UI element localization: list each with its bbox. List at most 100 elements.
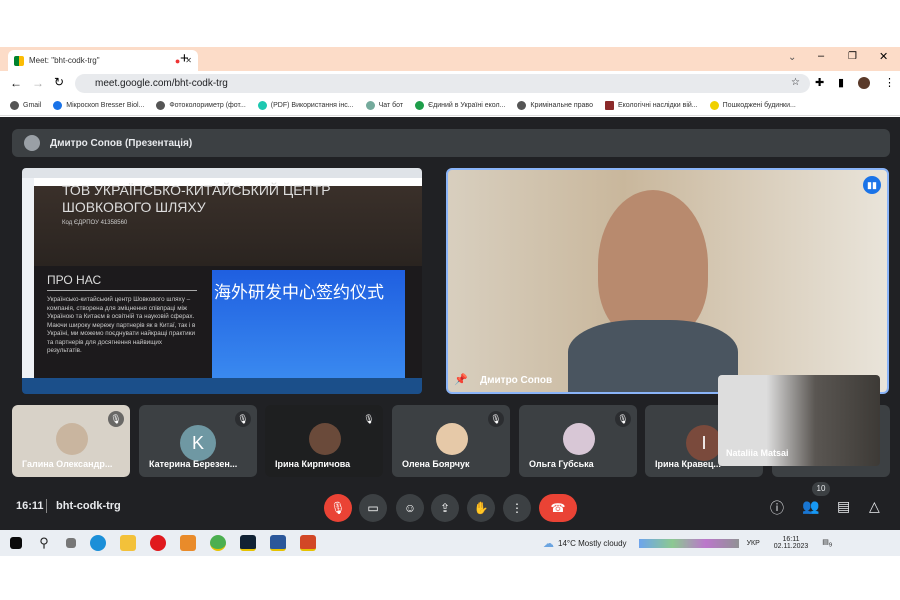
forward-icon[interactable]: →	[32, 76, 44, 90]
tab-search-icon[interactable]: ⌄	[788, 52, 796, 63]
bookmark-label: Фотоколориметр (фот...	[169, 102, 246, 109]
participant-tile[interactable]: 🎙 Олена Боярчук	[392, 405, 510, 477]
bookmark-label: Єдиний в Україні екол...	[428, 102, 506, 109]
mic-off-icon: 🎙	[615, 411, 631, 427]
tab-title: Meet: "bht-codk-trg"	[29, 56, 100, 65]
more-options-button[interactable]: ⋮	[503, 494, 531, 522]
raise-hand-button[interactable]: ✋	[467, 494, 495, 522]
clock[interactable]: 16:11 02.11.2023	[774, 536, 809, 550]
presenter-banner: Дмитро Сопов (Презентація)	[12, 129, 890, 157]
info-icon[interactable]: ⓘ	[770, 498, 784, 518]
clock-time: 16:11	[782, 536, 800, 543]
slide-photo: 海外研发中心签约仪式	[212, 270, 405, 380]
participant-name: Ірина Кирпичова	[275, 459, 351, 469]
speaking-indicator-icon: ▮▮	[863, 176, 881, 194]
participant-video	[56, 423, 88, 455]
chrome-icon[interactable]	[210, 535, 226, 551]
bookmark[interactable]: Чат бот	[365, 101, 404, 110]
search-icon[interactable]: ⚲	[36, 535, 52, 551]
people-icon[interactable]: 👥	[802, 498, 819, 515]
bookmark[interactable]: Gmail	[10, 101, 41, 110]
participant-name: Галина Олександр...	[22, 459, 113, 469]
opera-icon[interactable]	[150, 535, 166, 551]
menu-icon[interactable]: ⋮	[884, 76, 895, 89]
speaker-tile[interactable]: ▮▮ 📌 Дмитро Сопов	[446, 168, 889, 394]
language-indicator[interactable]: УКР	[747, 540, 760, 547]
pin-icon[interactable]: 📌	[454, 373, 468, 386]
bookmark-label: Екологічні наслідки вій...	[617, 102, 698, 109]
present-button[interactable]: ⇪	[431, 494, 459, 522]
speaker-name: Дмитро Сопов	[480, 375, 553, 386]
camera-toggle-button[interactable]: ▭	[359, 494, 387, 522]
speaker-video	[598, 190, 708, 340]
reload-icon[interactable]: ↻	[54, 75, 64, 89]
avatar	[24, 135, 40, 151]
address-bar[interactable]: meet.google.com/bht-codk-trg ☆	[75, 74, 810, 93]
back-icon[interactable]: ←	[10, 76, 22, 90]
mic-off-icon: 🎙	[108, 411, 124, 427]
new-tab-button[interactable]: +	[180, 50, 189, 67]
participant-avatar: I	[686, 425, 722, 461]
participant-tile[interactable]: 🎙 Ірина Кирпичова	[265, 405, 383, 477]
self-name: Nataliia Matsai	[726, 448, 789, 458]
speaker-body	[568, 320, 738, 392]
edge-icon[interactable]	[90, 535, 106, 551]
maximize-button[interactable]: ❐	[848, 51, 857, 62]
participant-name: Ольга Губська	[529, 459, 594, 469]
reactions-button[interactable]: ☺	[396, 494, 424, 522]
slide-section: ПРО НАС	[47, 273, 197, 291]
powerpoint-icon[interactable]	[300, 535, 316, 551]
shared-sidebar	[22, 178, 34, 378]
bookmark[interactable]: Екологічні наслідки вій...	[604, 101, 698, 110]
control-bar: 16:11 bht-codk-trg 🎙 ▭ ☺ ⇪ ✋ ⋮ ☎ ⓘ 10 👥 …	[0, 482, 900, 530]
leave-call-button[interactable]: ☎	[539, 494, 577, 522]
bookmark-label: Кримінальне право	[530, 102, 593, 109]
chat-icon[interactable]: ▤	[837, 498, 850, 515]
presentation-tile[interactable]: ТОВ УКРАЇНСЬКО-КИТАЙСЬКИЙ ЦЕНТР ШОВКОВОГ…	[22, 168, 422, 394]
app-icon[interactable]	[180, 535, 196, 551]
participant-avatar	[563, 423, 595, 455]
bookmark[interactable]: (PDF) Використання інс...	[257, 101, 354, 110]
banner-text: 海外研发中心签约仪式	[214, 283, 384, 302]
minimize-button[interactable]: –	[818, 50, 824, 62]
activities-icon[interactable]: △	[869, 498, 880, 515]
weather-text[interactable]: 14°C Mostly cloudy	[558, 539, 627, 548]
bookmark[interactable]: Кримінальне право	[517, 101, 593, 110]
meet-area: Дмитро Сопов (Презентація) ТОВ УКРАЇНСЬК…	[0, 117, 900, 530]
bookmark-star-icon[interactable]: ☆	[791, 77, 800, 88]
slide-heading: ТОВ УКРАЇНСЬКО-КИТАЙСЬКИЙ ЦЕНТР ШОВКОВОГ…	[62, 182, 331, 215]
close-window-button[interactable]: ✕	[879, 50, 888, 63]
toolbar: ← → ↻ meet.google.com/bht-codk-trg ☆ ✚ ▮…	[0, 71, 900, 96]
tab-meet[interactable]: Meet: "bht-codk-trg" ● ✕	[8, 50, 198, 71]
bookmark-label: Чат бот	[378, 102, 404, 109]
mic-off-icon: 🎙	[488, 411, 504, 427]
bookmark[interactable]: Мікроскоп Bresser Biol...	[53, 101, 144, 110]
weather-icon: ☁	[543, 537, 554, 550]
bookmark-label: (PDF) Використання інс...	[270, 102, 354, 109]
profile-avatar[interactable]	[858, 77, 870, 89]
start-icon[interactable]	[10, 537, 22, 549]
task-view-icon[interactable]	[66, 538, 76, 548]
url-text: meet.google.com/bht-codk-trg	[95, 78, 228, 89]
extensions-icon[interactable]: ✚	[815, 76, 824, 89]
notifications-icon[interactable]: ▤9	[822, 538, 832, 548]
explorer-icon[interactable]	[120, 535, 136, 551]
slide-body: Українсько-китайський центр Шовкового шл…	[47, 296, 196, 354]
bookmark-label: Пошкоджені будинки...	[722, 102, 796, 109]
participant-tile[interactable]: 🎙 Галина Олександр...	[12, 405, 130, 477]
notification-count: 9	[828, 542, 833, 549]
participant-tile[interactable]: K 🎙 Катерина Березен...	[139, 405, 257, 477]
tray-icons[interactable]	[638, 538, 739, 548]
bookmark[interactable]: Фотоколориметр (фот...	[156, 101, 246, 110]
participant-avatar	[436, 423, 468, 455]
meeting-time: 16:11	[16, 500, 44, 512]
bookmark[interactable]: Єдиний в Україні екол...	[415, 101, 505, 110]
app-icon[interactable]	[240, 535, 256, 551]
mic-toggle-button[interactable]: 🎙	[324, 494, 352, 522]
participant-name: Катерина Березен...	[149, 459, 238, 469]
participant-tile[interactable]: 🎙 Ольга Губська	[519, 405, 637, 477]
word-icon[interactable]	[270, 535, 286, 551]
sidepanel-icon[interactable]: ▮	[838, 76, 844, 89]
self-view-tile[interactable]: Nataliia Matsai	[718, 375, 880, 466]
bookmark[interactable]: Пошкоджені будинки...	[709, 101, 796, 110]
